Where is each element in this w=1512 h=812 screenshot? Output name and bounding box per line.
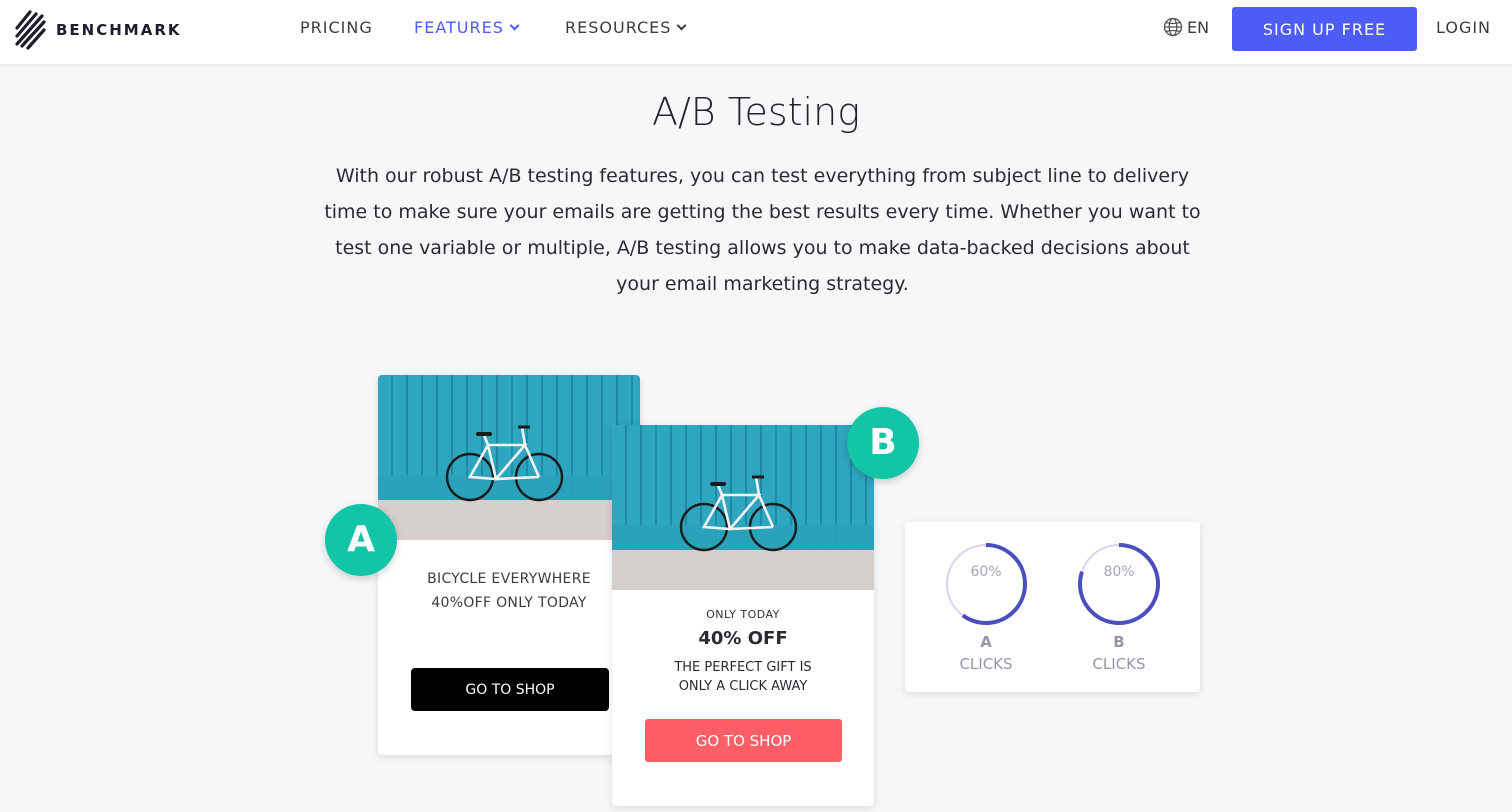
sign-up-free-button[interactable]: SIGN UP FREE [1232,7,1417,51]
globe-icon [1163,17,1183,37]
variant-a-letter: A [980,633,992,651]
bicycle-photo [612,425,874,590]
page-title: A/B Testing [651,90,861,134]
variant-a-email-card: BICYCLE EVERYWHERE 40%OFF ONLY TODAY GO … [378,375,640,755]
nav-resources[interactable]: RESOURCES [565,18,687,37]
nav-pricing-label: PRICING [300,18,373,37]
login-link[interactable]: LOGIN [1436,18,1491,37]
variant-b-go-to-shop-button[interactable]: GO TO SHOP [645,719,842,762]
variant-a-metric: CLICKS [959,655,1013,673]
variant-b-email-card: ONLY TODAY 40% OFF THE PERFECT GIFT IS O… [612,425,874,806]
brand-logo[interactable]: BENCHMARK [14,8,182,52]
variant-b-progress-ring [1078,543,1160,625]
nav-features-label: FEATURES [414,18,504,37]
brand-name: BENCHMARK [56,21,182,39]
benchmark-logo-icon [15,10,46,50]
language-selector[interactable]: EN [1163,17,1209,37]
ab-results-card: 60% 80% A CLICKS B CLICKS [905,522,1200,692]
variant-a-badge: A [325,504,397,576]
variant-a-percent: 60% [970,564,1002,580]
chevron-down-icon [677,20,687,31]
language-label: EN [1187,17,1210,37]
variant-a-progress-ring [945,543,1027,625]
page-description: With our robust A/B testing features, yo… [324,165,1201,295]
variant-b-metric: CLICKS [1092,655,1146,673]
variant-b-line-2: ONLY A CLICK AWAY [678,679,808,694]
variant-a-line-1: BICYCLE EVERYWHERE [427,571,591,587]
variant-b-badge: B [847,407,919,479]
variant-b-headline: 40% OFF [698,628,788,649]
variant-a-line-2: 40%OFF ONLY TODAY [431,595,587,611]
nav-features[interactable]: FEATURES [414,18,520,37]
variant-a-go-to-shop-button[interactable]: GO TO SHOP [411,668,609,711]
variant-b-percent: 80% [1103,564,1135,580]
chevron-down-icon [509,20,520,31]
nav-pricing[interactable]: PRICING [300,18,373,37]
variant-b-letter: B [1113,633,1125,651]
variant-b-line-1: THE PERFECT GIFT IS [674,660,812,675]
top-navigation-bar: BENCHMARK PRICING FEATURES RESOURCES EN … [0,0,1512,64]
variant-b-eyebrow: ONLY TODAY [706,608,780,621]
bicycle-photo [378,375,640,540]
nav-resources-label: RESOURCES [565,18,672,37]
